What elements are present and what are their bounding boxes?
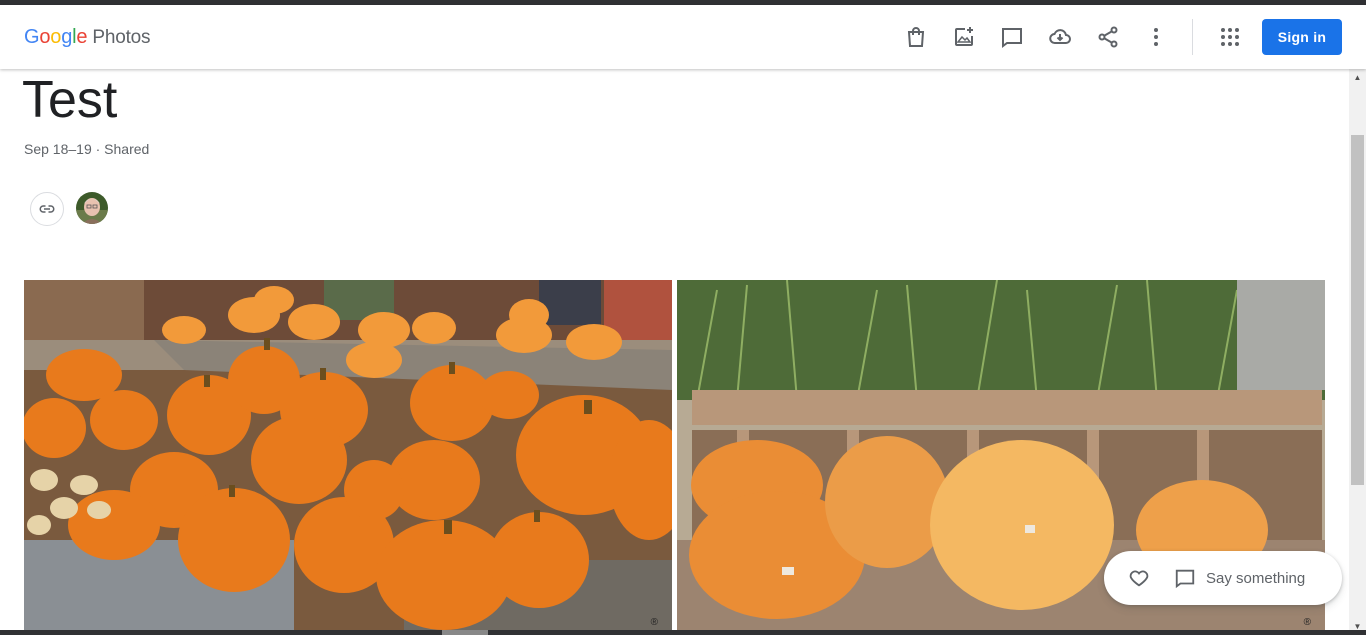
photo-watermark: ®	[650, 617, 658, 628]
link-icon	[39, 205, 55, 213]
app-bar: Google Photos Sign in	[0, 5, 1366, 69]
more-options-button[interactable]	[1132, 13, 1180, 61]
share-button[interactable]	[1084, 13, 1132, 61]
shopping-bag-button[interactable]	[892, 13, 940, 61]
album-photo-1[interactable]: ®	[24, 280, 672, 630]
add-photos-button[interactable]	[940, 13, 988, 61]
sign-in-button[interactable]: Sign in	[1262, 19, 1342, 55]
copy-link-button[interactable]	[30, 192, 64, 226]
logo-letter: o	[50, 26, 62, 48]
comment-placeholder: Say something	[1206, 569, 1306, 587]
vertical-scrollbar[interactable]: ▲ ▼	[1349, 69, 1366, 635]
download-button[interactable]	[1036, 13, 1084, 61]
photo-watermark: ®	[1303, 617, 1311, 628]
pumpkins-photo	[24, 280, 672, 630]
logo-letter: e	[76, 26, 88, 48]
scroll-up-arrow-icon[interactable]: ▲	[1349, 69, 1366, 86]
logo-letter: G	[24, 26, 40, 48]
heart-icon	[1129, 570, 1149, 587]
logo-letter: g	[61, 26, 73, 48]
add-photo-icon	[955, 27, 973, 46]
comments-button[interactable]	[988, 13, 1036, 61]
like-button[interactable]	[1126, 565, 1152, 591]
google-apps-button[interactable]	[1206, 13, 1254, 61]
say-something-input[interactable]: Say something	[1174, 567, 1305, 589]
album-title: Test	[22, 71, 118, 129]
comment-bar: Say something	[1104, 551, 1342, 605]
shopping-bag-icon	[907, 27, 925, 47]
comment-icon	[1175, 569, 1195, 589]
cloud-download-icon	[1049, 29, 1071, 44]
more-vert-icon	[1154, 28, 1158, 46]
comment-icon	[1002, 28, 1022, 48]
horizontal-scrollbar[interactable]	[0, 630, 1366, 635]
album-meta: Sep 18–19 · Shared	[24, 141, 150, 157]
product-name: Photos	[92, 27, 151, 48]
google-photos-logo[interactable]: Google Photos	[24, 25, 151, 50]
avatar-image	[76, 192, 108, 224]
logo-letter: o	[39, 26, 51, 48]
toolbar	[892, 13, 1180, 61]
share-icon	[1098, 26, 1118, 48]
scrollbar-thumb[interactable]	[1351, 135, 1364, 485]
toolbar-divider	[1192, 19, 1193, 55]
user-avatar[interactable]	[76, 192, 108, 224]
horizontal-scrollbar-thumb[interactable]	[442, 630, 488, 635]
google-wordmark: Google	[24, 26, 88, 48]
apps-grid-icon	[1221, 28, 1239, 46]
